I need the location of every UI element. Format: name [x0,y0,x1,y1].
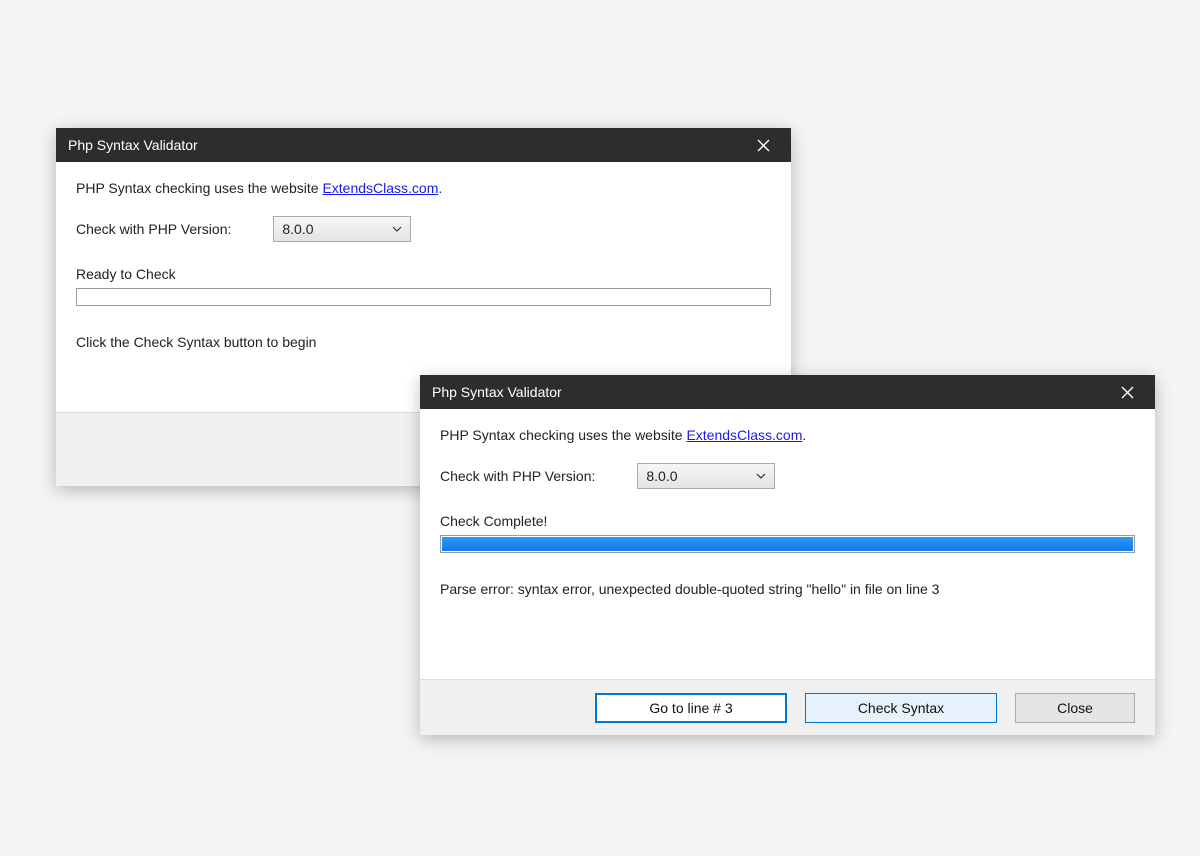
extendsclass-link[interactable]: ExtendsClass.com [686,427,802,443]
close-icon[interactable] [747,129,779,161]
info-suffix: . [438,180,442,196]
info-prefix: PHP Syntax checking uses the website [440,427,686,443]
info-prefix: PHP Syntax checking uses the website [76,180,322,196]
version-row: Check with PHP Version: 8.0.0 [76,216,771,242]
version-label: Check with PHP Version: [76,221,231,237]
version-value: 8.0.0 [646,468,677,484]
instruction-text: Click the Check Syntax button to begin [76,334,771,350]
button-bar: Go to line # 3 Check Syntax Close [420,679,1155,735]
progress-fill [442,537,1133,551]
goto-line-button[interactable]: Go to line # 3 [595,693,787,723]
chevron-down-icon [756,473,766,479]
chevron-down-icon [392,226,402,232]
info-text: PHP Syntax checking uses the website Ext… [76,180,771,196]
php-version-dropdown[interactable]: 8.0.0 [273,216,411,242]
version-row: Check with PHP Version: 8.0.0 [440,463,1135,489]
php-version-dropdown[interactable]: 8.0.0 [637,463,775,489]
titlebar: Php Syntax Validator [420,375,1155,409]
version-value: 8.0.0 [282,221,313,237]
dialog-body: PHP Syntax checking uses the website Ext… [420,409,1155,679]
php-validator-dialog-complete: Php Syntax Validator PHP Syntax checking… [420,375,1155,735]
window-title: Php Syntax Validator [432,384,562,400]
close-button[interactable]: Close [1015,693,1135,723]
error-message: Parse error: syntax error, unexpected do… [440,581,1135,597]
titlebar: Php Syntax Validator [56,128,791,162]
status-text: Check Complete! [440,513,1135,529]
check-syntax-button[interactable]: Check Syntax [805,693,997,723]
version-label: Check with PHP Version: [440,468,595,484]
extendsclass-link[interactable]: ExtendsClass.com [322,180,438,196]
status-text: Ready to Check [76,266,771,282]
close-icon[interactable] [1111,376,1143,408]
window-title: Php Syntax Validator [68,137,198,153]
progress-bar [440,535,1135,553]
progress-bar [76,288,771,306]
info-suffix: . [802,427,806,443]
info-text: PHP Syntax checking uses the website Ext… [440,427,1135,443]
